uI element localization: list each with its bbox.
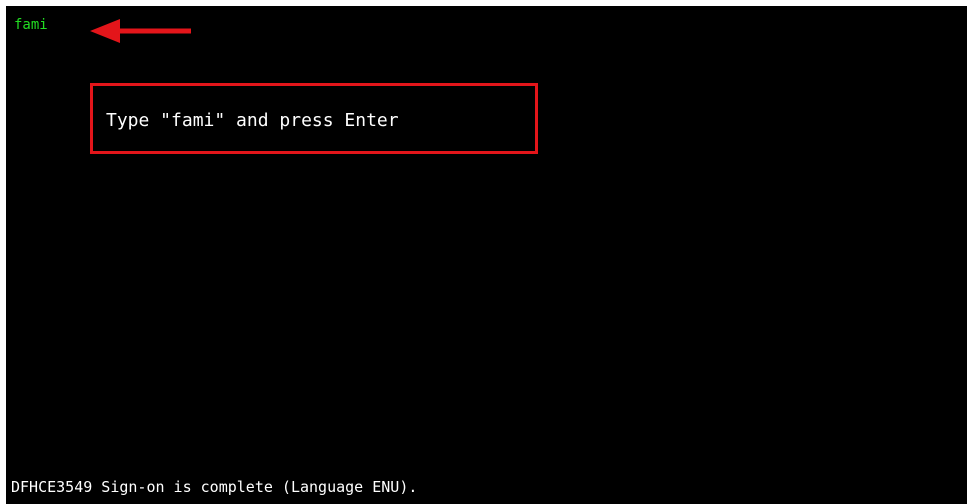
terminal-screen: Type "fami" and press Enter DFHCE3549 Si… — [6, 6, 967, 504]
status-message: DFHCE3549 Sign-on is complete (Language … — [11, 478, 418, 496]
command-input[interactable] — [14, 16, 84, 34]
instruction-callout: Type "fami" and press Enter — [90, 83, 538, 154]
arrow-left-icon — [90, 19, 191, 43]
instruction-text: Type "fami" and press Enter — [106, 110, 399, 131]
